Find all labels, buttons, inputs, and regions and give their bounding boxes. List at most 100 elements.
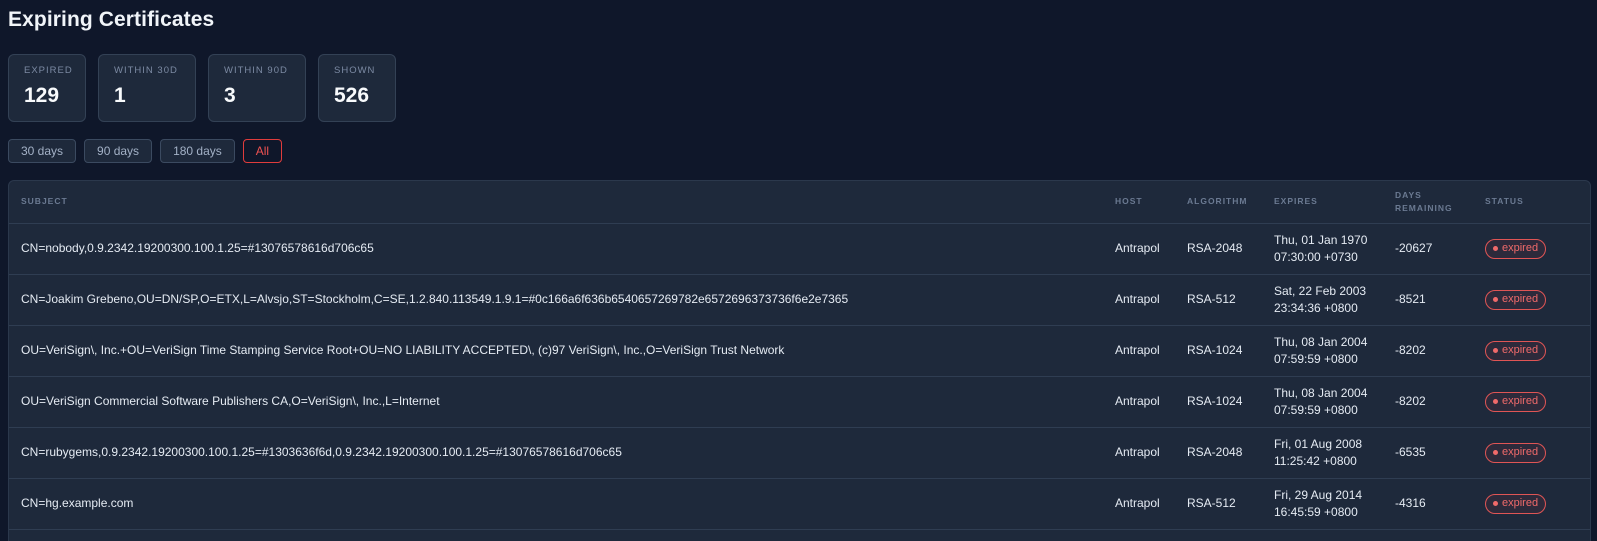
column-header-subject[interactable]: SUBJECT: [9, 181, 1103, 224]
status-dot-icon: [1493, 297, 1498, 302]
cell-host: Antrapol: [1115, 394, 1160, 408]
stat-label: SHOWN: [334, 65, 376, 76]
status-text: expired: [1502, 293, 1539, 305]
status-badge: expired: [1485, 238, 1547, 259]
cell-algorithm: RSA-512: [1187, 292, 1236, 306]
cell-expires: Thu, 08 Jan 2004 07:59:59 +0800: [1262, 325, 1383, 376]
expires-time: 16:45:59 +0800: [1274, 504, 1358, 519]
table-row[interactable]: CN=Joakim Grebeno,OU=DN/SP,O=ETX,L=Alvsj…: [9, 274, 1590, 325]
status-badge: expired: [1485, 442, 1547, 463]
status-text: expired: [1502, 446, 1539, 458]
cell-expires: Thu, 01 Jan 1970 07:30:00 +0730: [1262, 223, 1383, 274]
expires-time: 07:59:59 +0800: [1274, 402, 1358, 417]
stat-value: 129: [24, 84, 60, 107]
table-row[interactable]: CN=hg.example.com Antrapol RSA-512 Fri, …: [9, 478, 1590, 529]
cell-days-remaining: -6535: [1395, 445, 1426, 459]
table-row[interactable]: CN=rubygems,0.9.2342.19200300.100.1.25=#…: [9, 427, 1590, 478]
cell-algorithm: RSA-1024: [1187, 394, 1243, 408]
stats-cards: EXPIRED 129 WITHIN 30D 1 WITHIN 90D 3 SH…: [8, 54, 396, 122]
cell-days-remaining: -20627: [1395, 241, 1433, 255]
status-text: expired: [1502, 497, 1539, 509]
cell-status: expired: [1473, 274, 1590, 325]
cell-subject: CN=hg.example.com: [21, 496, 134, 510]
expires-date: Fri, 29 Aug 2014: [1274, 487, 1363, 502]
cell-subject: OU=VeriSign\, Inc.+OU=VeriSign Time Stam…: [21, 343, 785, 357]
stat-label: WITHIN 90D: [224, 65, 288, 76]
filter-90-days-button[interactable]: 90 days: [84, 139, 153, 163]
stat-value: 1: [114, 84, 126, 107]
status-text: expired: [1502, 242, 1539, 254]
cell-expires: Thu, 08 Jan 2004 07:59:59 +0800: [1262, 376, 1383, 427]
status-badge: expired: [1485, 493, 1547, 514]
cell-subject: CN=Joakim Grebeno,OU=DN/SP,O=ETX,L=Alvsj…: [21, 292, 849, 306]
status-dot-icon: [1493, 450, 1498, 455]
cell-algorithm: RSA-2048: [1187, 445, 1243, 459]
status-badge: expired: [1485, 289, 1547, 310]
status-badge: expired: [1485, 340, 1547, 361]
cell-days-remaining: -8202: [1395, 343, 1426, 357]
expires-time: 11:25:42 +0800: [1274, 453, 1357, 468]
cell-status: expired: [1473, 325, 1590, 376]
stat-card-within-30d: WITHIN 30D 1: [98, 54, 196, 122]
cell-host: Antrapol: [1115, 343, 1160, 357]
status-dot-icon: [1493, 399, 1498, 404]
column-header-algorithm[interactable]: ALGORITHM: [1175, 181, 1262, 224]
page: Expiring Certificates EXPIRED 129 WITHIN…: [0, 0, 1597, 541]
filter-all-button[interactable]: All: [242, 139, 283, 163]
cell-host: Antrapol: [1115, 292, 1160, 306]
table-header-row: SUBJECT HOST ALGORITHM EXPIRES DAYS REMA…: [9, 181, 1590, 224]
column-header-host[interactable]: HOST: [1103, 181, 1175, 224]
column-header-status[interactable]: STATUS: [1473, 181, 1590, 224]
stat-label: WITHIN 30D: [114, 65, 178, 76]
status-dot-icon: [1493, 348, 1498, 353]
days-header-line1: DAYS: [1395, 189, 1422, 200]
expires-time: 07:30:00 +0730: [1274, 249, 1358, 264]
cell-expires: Sat, 22 Feb 2003 23:34:36 +0800: [1262, 274, 1383, 325]
stat-value: 3: [224, 84, 236, 107]
table-row[interactable]: OU=VeriSign\, Inc.+OU=VeriSign Time Stam…: [9, 325, 1590, 376]
cell-algorithm: RSA-512: [1187, 496, 1236, 510]
cell-host: Antrapol: [1115, 445, 1160, 459]
table-row[interactable]: CN=nobody,0.9.2342.19200300.100.1.25=#13…: [9, 223, 1590, 274]
cell-algorithm: RSA-2048: [1187, 241, 1243, 255]
cell-days-remaining: -8521: [1395, 292, 1426, 306]
cell-subject: CN=rubygems,0.9.2342.19200300.100.1.25=#…: [21, 445, 622, 459]
cell-status: expired: [1473, 427, 1590, 478]
cell-host: Antrapol: [1115, 241, 1160, 255]
status-badge: expired: [1485, 391, 1547, 412]
status-text: expired: [1502, 395, 1539, 407]
range-filters: 30 days 90 days 180 days All: [8, 139, 283, 163]
expires-date: Fri, 01 Aug 2008: [1274, 436, 1363, 451]
cell-expires: Fri, 29 Aug 2014 16:45:59 +0800: [1262, 478, 1383, 529]
status-text: expired: [1502, 344, 1539, 356]
stat-card-expired: EXPIRED 129: [8, 54, 86, 122]
expires-date: Thu, 08 Jan 2004: [1274, 334, 1368, 349]
days-header-line2: REMAINING: [1395, 202, 1453, 213]
cell-status: expired: [1473, 376, 1590, 427]
filter-180-days-button[interactable]: 180 days: [160, 139, 235, 163]
cell-subject: OU=VeriSign Commercial Software Publishe…: [21, 394, 440, 408]
stat-label: EXPIRED: [24, 65, 73, 76]
expires-date: Thu, 08 Jan 2004: [1274, 385, 1368, 400]
expires-time: 07:59:59 +0800: [1274, 351, 1358, 366]
status-dot-icon: [1493, 501, 1498, 506]
table-body: CN=nobody,0.9.2342.19200300.100.1.25=#13…: [9, 223, 1590, 529]
stat-value: 526: [334, 84, 370, 107]
table-row[interactable]: OU=VeriSign Commercial Software Publishe…: [9, 376, 1590, 427]
cell-algorithm: RSA-1024: [1187, 343, 1243, 357]
expires-date: Sat, 22 Feb 2003: [1274, 283, 1367, 298]
expires-date: Thu, 01 Jan 1970: [1274, 232, 1368, 247]
cell-status: expired: [1473, 223, 1590, 274]
cell-days-remaining: -8202: [1395, 394, 1426, 408]
cell-status: expired: [1473, 478, 1590, 529]
filter-30-days-button[interactable]: 30 days: [8, 139, 77, 163]
column-header-expires[interactable]: EXPIRES: [1262, 181, 1383, 224]
cell-subject: CN=nobody,0.9.2342.19200300.100.1.25=#13…: [21, 241, 374, 255]
column-header-days-remaining[interactable]: DAYS REMAINING: [1383, 181, 1473, 224]
cell-expires: Fri, 01 Aug 2008 11:25:42 +0800: [1262, 427, 1383, 478]
stat-card-shown: SHOWN 526: [318, 54, 396, 122]
status-dot-icon: [1493, 246, 1498, 251]
certificates-table: SUBJECT HOST ALGORITHM EXPIRES DAYS REMA…: [8, 180, 1591, 541]
page-title: Expiring Certificates: [8, 8, 215, 31]
cell-host: Antrapol: [1115, 496, 1160, 510]
